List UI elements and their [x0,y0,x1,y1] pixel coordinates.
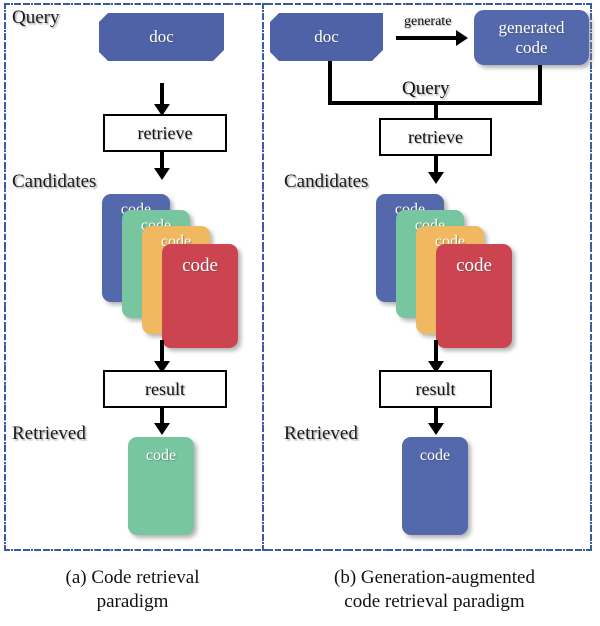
panel-a-doc-text: doc [149,27,174,46]
figure-container: Query doc retrieve Candidates code code … [0,0,600,626]
panel-a-retrieve-text: retrieve [137,122,193,143]
panel-b-caption: (b) Generation-augmented code retrieval … [282,566,587,614]
panel-b-generate-arrowhead [456,30,468,46]
panel-divider-dots [262,3,264,551]
panel-b-retrieved-label: Retrieved [284,423,358,444]
panel-b-retrieve-box: retrieve [379,118,492,156]
panel-b-gencode-down-line [538,65,542,101]
panel-a-candidates-label: Candidates [12,171,97,192]
panel-a-caption: (a) Code retrieval paradigm [20,566,245,614]
panel-b-query-label: Query [399,78,453,100]
panel-a-candidate-card-4: code [162,244,238,348]
panel-a-retrieved-card: code [128,437,194,535]
panel-b-retrieved-card: code [402,437,468,535]
panel-b-generate-arrow-line [396,36,458,40]
panel-b-generated-code-line2: code [515,37,548,57]
panel-b-retrieve-text: retrieve [408,126,463,147]
panel-a-retrieved-card-text: code [145,447,177,464]
panel-a-retrieve-to-candidates-arrowhead [154,168,170,180]
panel-b-result-text: result [415,378,456,399]
panel-a-caption-line2: paradigm [96,590,169,612]
panel-b-retrieve-to-candidates-arrowhead [428,172,444,184]
panel-b-caption-line1: (b) Generation-augmented [334,567,535,588]
panel-a-result-text: result [145,378,185,399]
panel-a-result-to-retrieved-arrowhead [154,423,170,435]
panel-b-generate-label: generate [404,14,452,29]
panel-a-doc-shape: doc [99,13,224,61]
panel-b-doc-down-line [328,61,332,101]
panel-b-doc-shape: doc [270,13,383,61]
panel-b-candidate-card-4-text: code [456,255,492,276]
panel-a-retrieved-label: Retrieved [12,423,86,444]
panel-b-result-box: result [379,370,492,408]
panel-a-retrieve-box: retrieve [103,114,227,152]
panel-b-join-to-retrieve-line [434,101,438,119]
panel-b-result-to-retrieved-arrowhead [428,423,444,435]
panel-b-retrieved-card-text: code [419,447,451,464]
panel-b-generated-code-line1: generated [498,17,565,37]
panel-b-caption-line2: code retrieval paradigm [344,590,525,612]
panel-b-generated-code-text: generated code [498,18,564,57]
panel-b-doc-text: doc [314,27,339,46]
panel-b-candidates-label: Candidates [284,171,369,192]
panel-b-candidate-card-4: code [436,244,512,348]
panel-a-result-box: result [103,370,227,408]
panel-a-query-label: Query [12,7,60,28]
panel-b-generated-code-card: generated code [474,10,589,65]
panel-a-caption-line1: (a) Code retrieval [65,567,200,588]
panel-a-candidate-card-4-text: code [182,255,218,276]
